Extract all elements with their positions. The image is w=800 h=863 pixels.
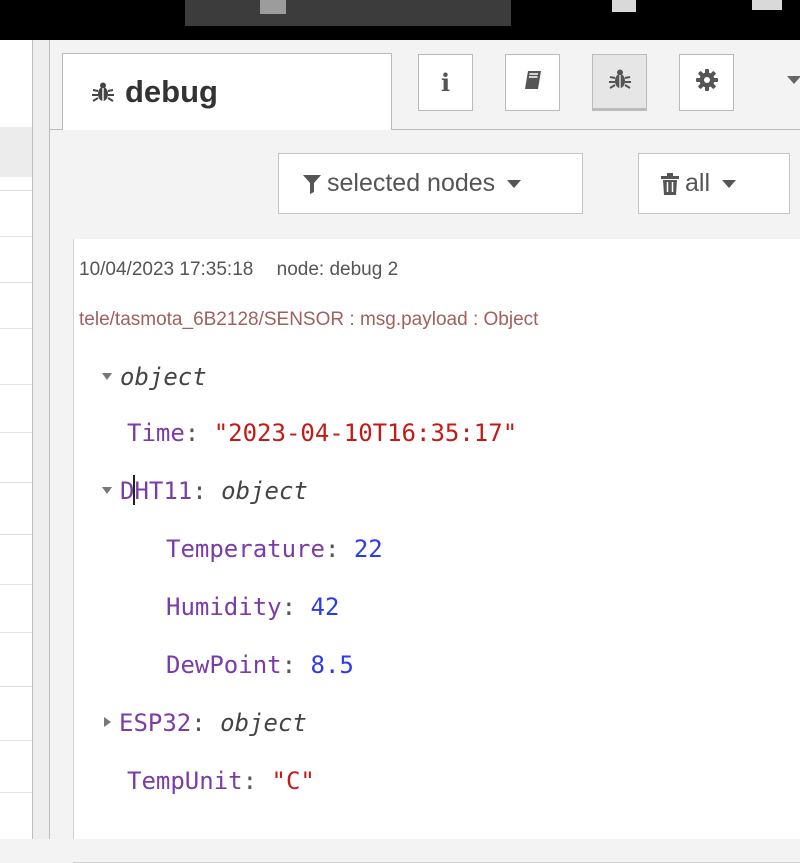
message-topic: tele/tasmota_6B2128/SENSOR: [79, 309, 345, 330]
tree-row-dht11[interactable]: DHT11: object: [102, 475, 308, 507]
tree-row-tempunit: TempUnit: "C": [127, 767, 315, 795]
chevron-down-icon[interactable]: [787, 76, 800, 84]
tree-row-dewpoint: DewPoint: 8.5: [166, 651, 354, 679]
chevron-down-icon: [507, 179, 522, 188]
search-indicator: [260, 0, 286, 14]
tab-debug[interactable]: debug: [62, 53, 392, 130]
divider-line: [0, 328, 32, 329]
message-timestamp: 10/04/2023 17:35:18: [79, 259, 254, 280]
tree-type: object: [221, 477, 308, 505]
tree-value[interactable]: 8.5: [311, 651, 354, 679]
message-node-link[interactable]: node: debug 2: [277, 259, 399, 280]
tree-root-row[interactable]: object: [102, 361, 207, 393]
workspace-edge: [0, 40, 32, 839]
workspace-gap: [0, 127, 32, 177]
clear-messages-dropdown[interactable]: all: [638, 153, 790, 214]
sidebar-separator[interactable]: [32, 40, 50, 839]
divider-line: [0, 190, 32, 191]
gear-icon: [695, 68, 719, 97]
message-property: msg.payload: [359, 309, 468, 330]
tree-row-humidity: Humidity: 42: [166, 593, 340, 621]
caret-right-icon: [104, 717, 111, 727]
filter-nodes-dropdown[interactable]: selected nodes: [278, 153, 583, 214]
tree-key: Time: [127, 419, 185, 447]
tree-value[interactable]: 42: [311, 593, 340, 621]
tree-key: ESP32: [119, 709, 192, 737]
chevron-down-icon: [722, 179, 737, 188]
tree-value[interactable]: "C": [272, 767, 315, 795]
filter-label: selected nodes: [327, 169, 496, 197]
tree-key: DHT11: [120, 475, 193, 505]
tree-row-temperature: Temperature: 22: [166, 535, 383, 563]
message-header: 10/04/2023 17:35:18 node: debug 2: [79, 259, 398, 281]
divider-line: [0, 236, 32, 237]
message-topic-line: tele/tasmota_6B2128/SENSOR : msg.payload…: [79, 309, 539, 330]
divider-line: [0, 740, 32, 741]
caret-down-icon: [102, 372, 112, 380]
info-button[interactable]: i: [418, 54, 473, 111]
debug-button[interactable]: [592, 54, 647, 111]
tree-key: DewPoint: [166, 651, 282, 679]
divider-line: [0, 686, 32, 687]
root-type: object: [120, 363, 207, 391]
tree-value[interactable]: 22: [354, 535, 383, 563]
filter-icon: [303, 174, 321, 194]
caret-down-icon: [102, 486, 112, 494]
divider-line: [0, 792, 32, 793]
clear-label: all: [685, 169, 711, 197]
header-button[interactable]: [752, 0, 782, 10]
text-cursor: [133, 475, 136, 505]
debug-message-list: 10/04/2023 17:35:18 node: debug 2 tele/t…: [73, 239, 800, 839]
tree-row-esp32[interactable]: ESP32: object: [104, 707, 307, 739]
tree-row-time: Time: "2023-04-10T16:35:17": [127, 419, 518, 447]
tree-key: Temperature: [166, 535, 325, 563]
divider-line: [0, 482, 32, 483]
divider-line: [0, 632, 32, 633]
bug-icon: [608, 67, 632, 96]
tree-key: Humidity: [166, 593, 282, 621]
debug-sidebar: debug i selected nodes all 10/04/2023 17…: [50, 40, 800, 863]
tab-label: debug: [125, 74, 218, 109]
divider-line: [0, 534, 32, 535]
tree-type: object: [220, 709, 307, 737]
config-button[interactable]: [679, 54, 734, 111]
divider-line: [0, 432, 32, 433]
info-icon: i: [440, 68, 451, 97]
bug-icon: [91, 80, 115, 104]
trash-icon: [661, 172, 679, 195]
tree-value[interactable]: "2023-04-10T16:35:17": [214, 419, 517, 447]
divider-line: [0, 282, 32, 283]
editor-header: [0, 0, 800, 40]
help-button[interactable]: [505, 54, 560, 111]
tree-key: TempUnit: [127, 767, 243, 795]
book-icon: [522, 69, 544, 96]
message-type: Object: [483, 309, 539, 330]
divider-line: [0, 584, 32, 585]
search-box[interactable]: [185, 0, 511, 26]
header-button[interactable]: [612, 0, 636, 12]
divider-line: [0, 384, 32, 385]
